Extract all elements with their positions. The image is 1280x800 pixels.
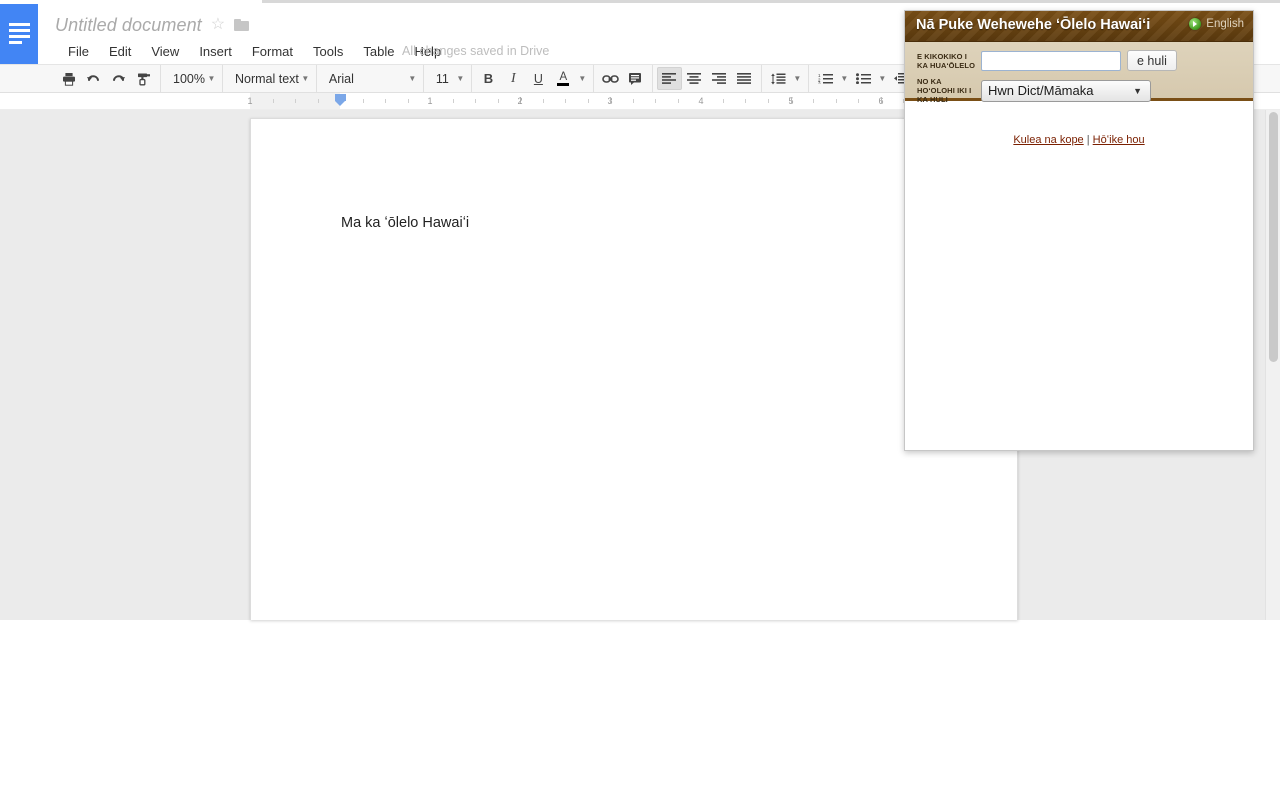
menu-item-format[interactable]: Format — [242, 42, 303, 61]
toolbar-group-font: Arial ▼ — [317, 65, 424, 92]
text-color-swatch — [557, 83, 570, 86]
menu-item-insert[interactable]: Insert — [189, 42, 242, 61]
chevron-down-icon[interactable]: ▼ — [576, 67, 589, 90]
menu-item-tools[interactable]: Tools — [303, 42, 353, 61]
chevron-down-icon: ▼ — [1133, 85, 1142, 96]
copyright-link[interactable]: Kulea na kope — [1013, 134, 1083, 146]
search-input[interactable] — [981, 50, 1121, 71]
font-family-value[interactable]: Arial — [321, 67, 406, 90]
text-color-button[interactable]: A — [551, 67, 576, 90]
search-button[interactable]: e huli — [1127, 50, 1177, 71]
chevron-down-icon[interactable]: ▼ — [299, 67, 312, 90]
menu-item-file[interactable]: File — [58, 42, 99, 61]
word-field-row: E KIKOKIKO I KA HUAʻŌLELO e huli — [917, 50, 1177, 71]
document-page[interactable]: Ma ka ʻōlelo Hawaiʻi — [250, 118, 1018, 620]
dictionary-footer-links: Kulea na kope | Hōʻike hou — [905, 134, 1253, 146]
align-right-button[interactable] — [707, 67, 732, 90]
chevron-down-icon[interactable]: ▼ — [838, 67, 851, 90]
toolbar-group-style: Normal text ▼ — [223, 65, 317, 92]
dictionary-select[interactable]: Hwn Dict/Māmaka ▼ — [981, 79, 1151, 102]
menu-item-view[interactable]: View — [141, 42, 189, 61]
chevron-down-icon[interactable]: ▼ — [406, 67, 419, 90]
hawaiian-dictionary-popup[interactable]: Nā Puke Wehewehe ʻŌlelo Hawaiʻi English … — [904, 10, 1254, 451]
line-spacing-button[interactable] — [766, 67, 791, 90]
numbered-list-button[interactable]: 123 — [813, 67, 838, 90]
undo-button[interactable] — [81, 67, 106, 90]
vertical-scrollbar[interactable] — [1265, 110, 1280, 620]
redo-button[interactable] — [106, 67, 131, 90]
toolbar-group-basic — [52, 65, 161, 92]
svg-text:3: 3 — [818, 81, 821, 85]
docs-lines-icon — [9, 23, 30, 44]
toolbar-group-zoom: 100% ▼ — [161, 65, 223, 92]
green-play-icon — [1189, 18, 1202, 30]
toolbar-group-font-size: 11 ▼ — [424, 65, 472, 92]
toolbar-group-align — [653, 65, 762, 92]
language-toggle-label: English — [1206, 18, 1244, 30]
word-field-label: E KIKOKIKO I KA HUAʻŌLELO — [917, 51, 976, 70]
dictionary-search-form: E KIKOKIKO I KA HUAʻŌLELO e huli NO KA H… — [905, 42, 1253, 104]
bulleted-list-button[interactable] — [851, 67, 876, 90]
chevron-down-icon[interactable]: ▼ — [791, 67, 804, 90]
ruler-number: 4 — [698, 96, 704, 106]
zoom-value[interactable]: 100% — [165, 67, 205, 90]
align-justify-button[interactable] — [732, 67, 757, 90]
align-center-button[interactable] — [682, 67, 707, 90]
indent-marker-icon[interactable] — [335, 94, 346, 106]
document-title-row: Untitled document ☆ — [55, 13, 250, 37]
paragraph-style-value[interactable]: Normal text — [227, 67, 299, 90]
menubar: File Edit View Insert Format Tools Table… — [58, 40, 451, 62]
toolbar-group-spacing: ▼ — [762, 65, 809, 92]
docs-home-button[interactable] — [0, 4, 38, 64]
google-docs-app: Untitled document ☆ File Edit View Inser… — [0, 0, 1280, 620]
dictionary-field-label: NO KA HOʻOLOHI IKI I KA HULI — [917, 77, 972, 104]
menu-item-edit[interactable]: Edit — [99, 42, 141, 61]
chevron-down-icon[interactable]: ▼ — [876, 67, 889, 90]
language-toggle-button[interactable]: English — [1189, 18, 1244, 30]
footer-separator: | — [1086, 134, 1090, 146]
chevron-down-icon[interactable]: ▼ — [454, 67, 467, 90]
ruler-number: 1 — [247, 96, 253, 106]
reset-link[interactable]: Hōʻike hou — [1093, 134, 1145, 146]
italic-button[interactable]: I — [501, 67, 526, 90]
insert-comment-button[interactable] — [623, 67, 648, 90]
document-body-text[interactable]: Ma ka ʻōlelo Hawaiʻi — [341, 215, 469, 231]
toolbar-group-lists: 123 ▼ ▼ — [809, 65, 919, 92]
ruler-number: 2 — [517, 96, 523, 106]
page-title[interactable]: Untitled document — [55, 15, 202, 36]
dictionary-header: Nā Puke Wehewehe ʻŌlelo Hawaiʻi English — [905, 11, 1253, 42]
paint-format-button[interactable] — [131, 67, 156, 90]
underline-button[interactable]: U — [526, 67, 551, 90]
vertical-scrollbar-thumb[interactable] — [1269, 112, 1278, 362]
bold-button[interactable]: B — [476, 67, 501, 90]
menu-item-table[interactable]: Table — [353, 42, 404, 61]
dictionary-title: Nā Puke Wehewehe ʻŌlelo Hawaiʻi — [916, 17, 1151, 33]
toolbar-group-text-format: B I U A ▼ — [472, 65, 594, 92]
dictionary-field-row: NO KA HOʻOLOHI IKI I KA HULI Hwn Dict/Mā… — [917, 77, 1151, 104]
dictionary-select-value: Hwn Dict/Māmaka — [988, 83, 1094, 98]
text-color-letter: A — [559, 71, 568, 83]
print-button[interactable] — [56, 67, 81, 90]
ruler-number: 1 — [427, 96, 433, 106]
insert-link-button[interactable] — [598, 67, 623, 90]
align-left-button[interactable] — [656, 67, 682, 90]
font-size-value[interactable]: 11 — [428, 67, 454, 90]
folder-icon[interactable] — [234, 19, 250, 31]
top-divider-line — [262, 0, 1280, 3]
chevron-down-icon[interactable]: ▼ — [205, 67, 218, 90]
toolbar-group-insert — [594, 65, 653, 92]
save-status-text: All changes saved in Drive — [402, 44, 550, 58]
star-outline-icon[interactable]: ☆ — [211, 17, 225, 33]
